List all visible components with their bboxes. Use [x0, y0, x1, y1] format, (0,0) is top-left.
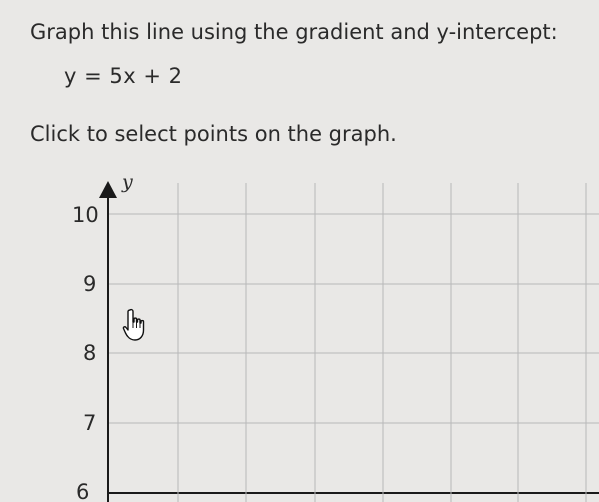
y-tick-10: 10 — [72, 203, 99, 227]
grid-vertical — [177, 183, 587, 502]
y-tick-6: 6 — [76, 480, 89, 502]
y-tick-labels: 10 9 8 7 6 — [72, 203, 99, 502]
pointer-hand-icon — [122, 308, 145, 341]
y-axis-arrow-icon — [99, 181, 117, 198]
y-tick-8: 8 — [83, 341, 96, 365]
grid-horizontal — [108, 213, 599, 494]
y-tick-9: 9 — [83, 272, 96, 296]
y-tick-7: 7 — [83, 411, 96, 435]
coordinate-graph[interactable]: y 10 9 8 7 6 — [0, 0, 599, 502]
y-axis-label: y — [121, 171, 133, 193]
